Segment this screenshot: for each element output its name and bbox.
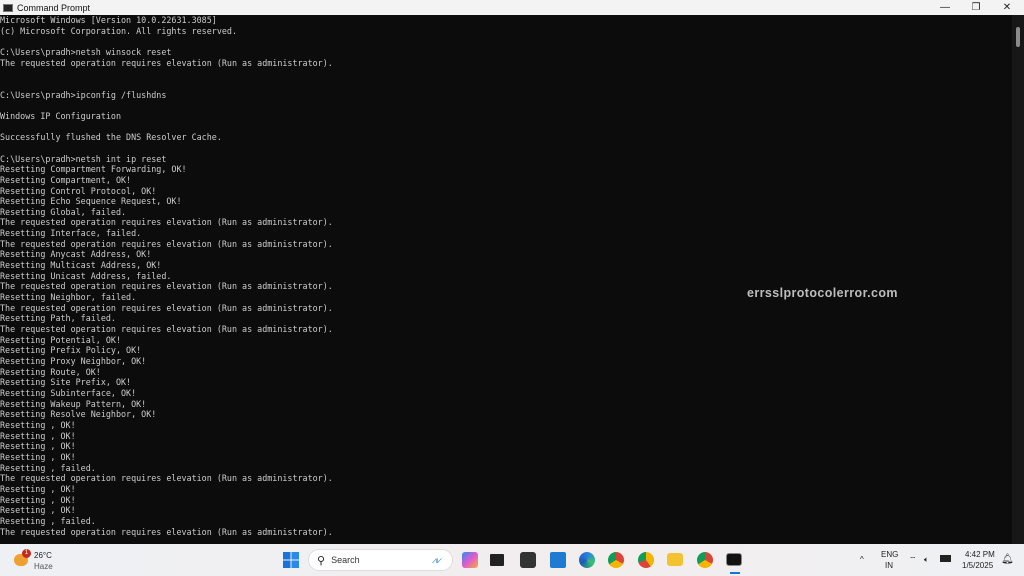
console-line: Resetting Echo Sequence Request, OK! bbox=[0, 196, 182, 207]
console-line: C:\Users\pradh>ipconfig /flushdns bbox=[0, 89, 167, 100]
volume-icon[interactable]: 🔈︎ bbox=[924, 555, 929, 565]
console-line: Resetting , OK! bbox=[0, 419, 76, 430]
console-line: Resetting Route, OK! bbox=[0, 366, 101, 377]
console-line: Resetting Control Protocol, OK! bbox=[0, 185, 157, 196]
chrome-icon[interactable] bbox=[608, 552, 624, 568]
search-icon: ⚲ bbox=[317, 554, 326, 567]
console-line: Resetting , OK! bbox=[0, 505, 76, 516]
console-line: Resetting Multicast Address, OK! bbox=[0, 260, 162, 271]
console-line: The requested operation requires elevati… bbox=[0, 324, 333, 335]
console-line: The requested operation requires elevati… bbox=[0, 302, 333, 313]
console-line: (c) Microsoft Corporation. All rights re… bbox=[0, 25, 237, 36]
search-highlight-icon: ⩘⩗ bbox=[431, 554, 442, 565]
obs-icon[interactable] bbox=[520, 552, 536, 568]
task-view-icon[interactable] bbox=[490, 554, 504, 566]
console-line: C:\Users\pradh>netsh int ip reset bbox=[0, 153, 167, 164]
console-line: Resetting , OK! bbox=[0, 451, 76, 462]
windows-start-icon[interactable] bbox=[283, 552, 299, 568]
show-hidden-icons-chevron-icon[interactable]: ^ bbox=[860, 555, 864, 564]
console-line: Resetting Interface, failed. bbox=[0, 228, 142, 239]
clock-date[interactable]: 1/5/2025 bbox=[962, 561, 993, 570]
active-app-indicator bbox=[730, 572, 740, 574]
chrome-canary-icon[interactable] bbox=[638, 552, 654, 568]
console-line: Windows IP Configuration bbox=[0, 110, 122, 121]
console-line: Successfully flushed the DNS Resolver Ca… bbox=[0, 132, 222, 143]
taskbar-search[interactable]: ⚲ Search ⩘⩗ bbox=[308, 549, 453, 571]
console-line: Resetting Global, failed. bbox=[0, 206, 127, 217]
console-line: Resetting Prefix Policy, OK! bbox=[0, 345, 142, 356]
command-prompt-taskbar-icon[interactable] bbox=[726, 553, 742, 566]
console-line: Resetting Wakeup Pattern, OK! bbox=[0, 398, 147, 409]
console-line: Microsoft Windows [Version 10.0.22631.30… bbox=[0, 15, 217, 25]
vscode-icon[interactable] bbox=[550, 552, 566, 568]
weather-badge: 1 bbox=[22, 549, 31, 558]
console-line: The requested operation requires elevati… bbox=[0, 526, 333, 537]
scrollbar[interactable] bbox=[1012, 15, 1024, 544]
console-line: The requested operation requires elevati… bbox=[0, 473, 333, 484]
console-line: C:\Users\pradh>netsh winsock reset bbox=[0, 46, 172, 57]
chrome-profile-icon[interactable] bbox=[697, 552, 713, 568]
console-line: Resetting , OK! bbox=[0, 483, 76, 494]
watermark: errsslprotocolerror.com bbox=[747, 286, 898, 300]
console-line: The requested operation requires elevati… bbox=[0, 57, 333, 68]
search-label: Search bbox=[331, 555, 360, 565]
battery-icon[interactable] bbox=[940, 555, 951, 562]
language-indicator[interactable]: ENG bbox=[881, 550, 898, 559]
console-line: Resetting Proxy Neighbor, OK! bbox=[0, 356, 147, 366]
console-line: The requested operation requires elevati… bbox=[0, 217, 333, 228]
console-line: Resetting Path, failed. bbox=[0, 313, 116, 324]
weather-condition[interactable]: Haze bbox=[34, 562, 53, 571]
console-line: Resetting Subinterface, OK! bbox=[0, 387, 137, 398]
weather-temp[interactable]: 26°C bbox=[34, 551, 52, 560]
console-line: Resetting Compartment Forwarding, OK! bbox=[0, 164, 187, 175]
wifi-icon[interactable]: ⌔ bbox=[909, 555, 917, 565]
edge-icon[interactable] bbox=[579, 552, 595, 568]
region-indicator[interactable]: IN bbox=[885, 561, 893, 570]
copilot-icon[interactable] bbox=[462, 552, 478, 568]
console-line: Resetting , OK! bbox=[0, 441, 76, 452]
console-line: Resetting Unicast Address, failed. bbox=[0, 270, 172, 281]
window-title: Command Prompt bbox=[17, 2, 91, 13]
file-explorer-icon[interactable] bbox=[667, 553, 683, 566]
console-line: Resetting , failed. bbox=[0, 462, 96, 473]
console-line: The requested operation requires elevati… bbox=[0, 238, 333, 249]
console-line: Resetting , OK! bbox=[0, 430, 76, 441]
minimize-button[interactable]: — bbox=[930, 0, 960, 15]
console-line: Resetting , OK! bbox=[0, 494, 76, 505]
close-button[interactable]: ✕ bbox=[992, 0, 1022, 15]
title-bar: Command Prompt — ❐ ✕ bbox=[0, 0, 1024, 15]
console-line: Resetting , failed. bbox=[0, 515, 96, 526]
console-line: Resetting Compartment, OK! bbox=[0, 174, 132, 185]
notification-bell-icon[interactable]: 🔔︎ bbox=[1001, 554, 1014, 565]
console-line: Resetting Site Prefix, OK! bbox=[0, 377, 132, 388]
scrollbar-thumb[interactable] bbox=[1016, 27, 1020, 47]
cmd-app-icon bbox=[3, 3, 13, 12]
maximize-button[interactable]: ❐ bbox=[961, 0, 991, 15]
console-line: Resetting Resolve Neighbor, OK! bbox=[0, 409, 157, 420]
console-line: Resetting Anycast Address, OK! bbox=[0, 249, 152, 260]
console-line: Resetting Potential, OK! bbox=[0, 334, 122, 345]
clock-time[interactable]: 4:42 PM bbox=[965, 550, 995, 559]
console-output[interactable]: Microsoft Windows [Version 10.0.22631.30… bbox=[0, 15, 1012, 544]
taskbar: 1 26°C Haze bbox=[0, 544, 1024, 576]
